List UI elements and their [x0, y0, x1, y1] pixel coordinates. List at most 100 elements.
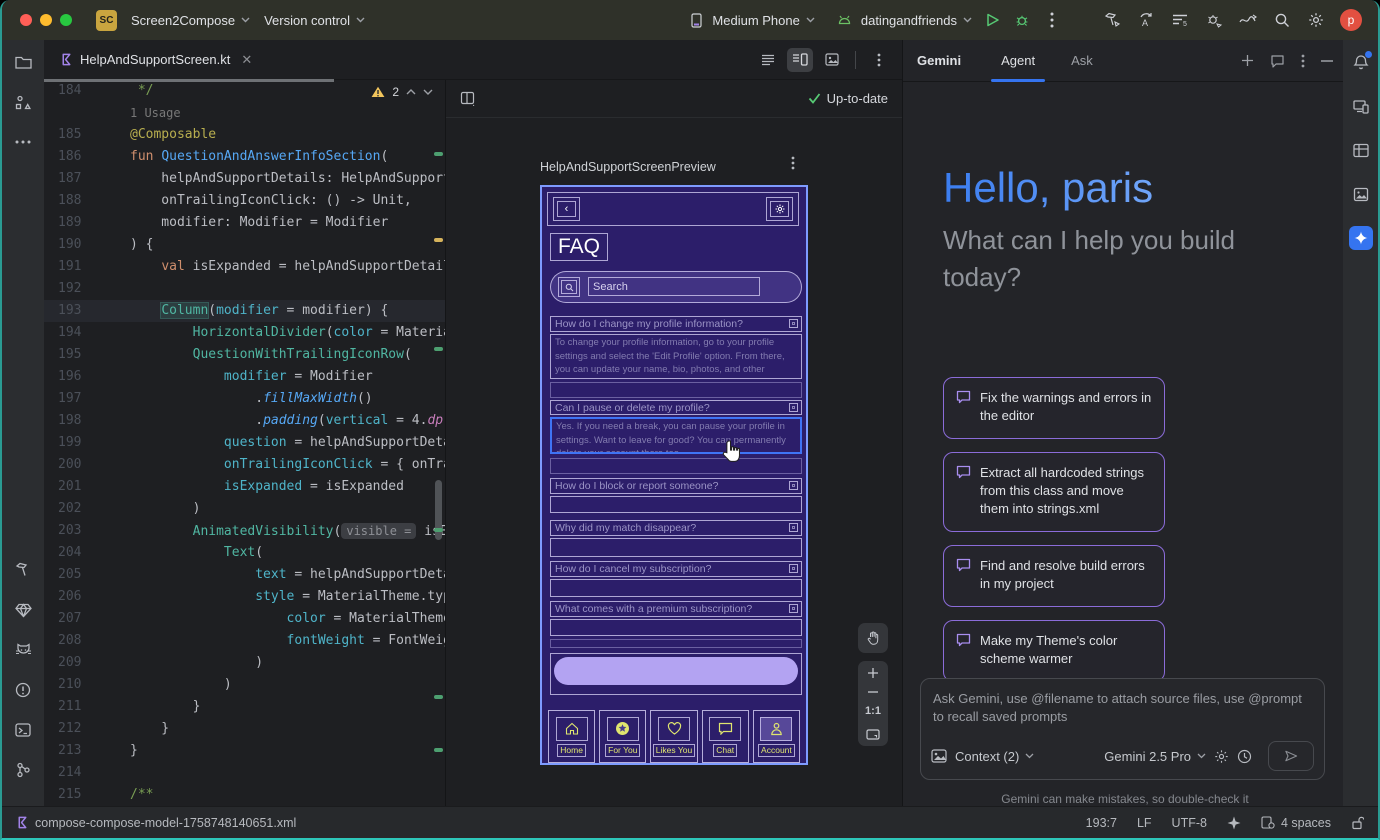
editor-tab[interactable]: HelpAndSupportScreen.kt ✕ [44, 40, 264, 79]
code-line[interactable]: 203 AnimatedVisibility(visible = isExpan [44, 520, 445, 542]
readonly-lock-icon[interactable] [1351, 816, 1364, 830]
close-tab-icon[interactable]: ✕ [241, 52, 252, 68]
code-line[interactable]: 188 onTrailingIconClick: () -> Unit, [44, 190, 445, 212]
zoom-in-button[interactable] [867, 667, 879, 679]
build-hammer-icon[interactable] [11, 558, 35, 582]
zoom-window-button[interactable] [60, 14, 72, 26]
gemini-spark-icon[interactable] [1349, 226, 1373, 250]
code-line[interactable]: 189 modifier: Modifier = Modifier [44, 212, 445, 234]
project-folder-icon[interactable] [11, 50, 35, 74]
gemini-suggestion-card[interactable]: Make my Theme's color scheme warmer [943, 620, 1165, 682]
code-line[interactable]: 186fun QuestionAndAnswerInfoSection( [44, 146, 445, 168]
faq-answer[interactable] [550, 538, 802, 557]
device-explorer-icon[interactable] [1349, 182, 1373, 206]
gemini-tab-ask[interactable]: Ask [1067, 40, 1097, 82]
version-control-menu[interactable]: Version control [264, 13, 365, 28]
code-line[interactable]: 191 val isExpanded = helpAndSupportDetai… [44, 256, 445, 278]
build-hammer-icon[interactable] [1102, 10, 1122, 30]
faq-answer[interactable] [550, 579, 802, 597]
send-button[interactable] [1268, 741, 1314, 771]
code-with-me-icon[interactable] [1238, 10, 1258, 30]
code-line[interactable]: 196 modifier = Modifier [44, 366, 445, 388]
close-window-button[interactable] [20, 14, 32, 26]
code-line[interactable]: 206 style = MaterialTheme.typo [44, 586, 445, 608]
expand-toggle-icon[interactable] [789, 403, 798, 412]
faq-question[interactable]: How do I cancel my subscription? [550, 561, 802, 577]
caret-position[interactable]: 193:7 [1086, 816, 1117, 830]
code-line[interactable]: 209 ) [44, 652, 445, 674]
gemini-suggestion-card[interactable]: Fix the warnings and errors in the edito… [943, 377, 1165, 439]
faq-question[interactable]: How do I change my profile information? [550, 316, 802, 332]
preview-nav-home[interactable]: Home [548, 710, 595, 763]
expand-toggle-icon[interactable] [789, 564, 798, 573]
faq-answer[interactable] [550, 496, 802, 513]
preview-canvas[interactable]: HelpAndSupportScreenPreview ‹ FAQ Search… [446, 118, 903, 808]
project-menu[interactable]: Screen2Compose [131, 13, 250, 28]
code-line[interactable]: 190) { [44, 234, 445, 256]
faq-answer[interactable] [550, 619, 802, 636]
faq-answer-highlighted[interactable]: Yes. If you need a break, you can pause … [550, 417, 802, 454]
code-line[interactable]: 194 HorizontalDivider(color = MaterialT [44, 322, 445, 344]
more-options-kebab-icon[interactable] [1042, 10, 1062, 30]
prev-warning-icon[interactable] [406, 89, 416, 95]
pan-hand-button[interactable] [858, 623, 888, 653]
code-line[interactable]: 208 fontWeight = FontWeigh [44, 630, 445, 652]
code-line[interactable]: 197 .fillMaxWidth() [44, 388, 445, 410]
debug-button[interactable] [1012, 10, 1032, 30]
inspection-widget[interactable]: 2 [371, 85, 433, 99]
zoom-out-button[interactable] [867, 691, 879, 693]
more-tool-windows-icon[interactable] [11, 130, 35, 154]
preview-phone-frame[interactable]: ‹ FAQ Search How do I change my profile … [540, 185, 808, 765]
preview-nav-for-you[interactable]: For You [599, 710, 646, 763]
expand-toggle-icon[interactable] [789, 319, 798, 328]
preview-back-button[interactable]: ‹ [553, 197, 580, 221]
preview-nav-account[interactable]: Account [753, 710, 800, 763]
faq-question[interactable]: What comes with a premium subscription? [550, 601, 802, 617]
model-selector[interactable]: Gemini 2.5 Pro [1104, 749, 1206, 764]
preview-layout-icon[interactable] [460, 91, 476, 107]
editor-options-kebab-icon[interactable] [866, 48, 892, 72]
preview-options-kebab-icon[interactable] [791, 156, 795, 170]
profiler-bug-icon[interactable] [1204, 10, 1224, 30]
ai-transform-icon[interactable]: A [1136, 10, 1156, 30]
structure-icon[interactable] [11, 90, 35, 114]
hide-panel-icon[interactable] [1321, 60, 1333, 62]
gemini-sparkle-icon[interactable] [1227, 816, 1241, 830]
search-everywhere-icon[interactable] [1272, 10, 1292, 30]
code-line[interactable]: 198 .padding(vertical = 4.dp), [44, 410, 445, 432]
code-line[interactable]: 200 onTrailingIconClick = { onTrai [44, 454, 445, 476]
preview-nav-chat[interactable]: Chat [702, 710, 749, 763]
terminal-icon[interactable] [11, 718, 35, 742]
user-avatar[interactable]: p [1340, 9, 1362, 31]
version-control-branch-icon[interactable] [11, 758, 35, 782]
preview-settings-button[interactable] [766, 197, 793, 221]
code-line[interactable]: 214 [44, 762, 445, 784]
expand-toggle-icon[interactable] [789, 481, 798, 490]
zoom-fit-button[interactable] [866, 729, 880, 740]
code-line[interactable]: 201 isExpanded = isExpanded [44, 476, 445, 498]
expand-toggle-icon[interactable] [789, 523, 798, 532]
app-quality-insights-gem-icon[interactable] [11, 598, 35, 622]
code-line[interactable]: 210 ) [44, 674, 445, 696]
prompt-history-clock-icon[interactable] [1237, 749, 1252, 764]
code-line[interactable]: 212 } [44, 718, 445, 740]
code-line[interactable]: 213} [44, 740, 445, 762]
faq-answer[interactable]: To change your profile information, go t… [550, 334, 802, 379]
panel-options-kebab-icon[interactable] [1301, 54, 1305, 68]
line-ending[interactable]: LF [1137, 816, 1152, 830]
code-line[interactable]: 202 ) [44, 498, 445, 520]
code-view-icon[interactable] [755, 48, 781, 72]
code-line[interactable]: 1 Usage [44, 102, 445, 124]
layout-inspector-icon[interactable] [1349, 138, 1373, 162]
preview-nav-likes-you[interactable]: Likes You [650, 710, 697, 763]
code-line[interactable]: 205 text = helpAndSupportDetai [44, 564, 445, 586]
gemini-settings-gear-icon[interactable] [1214, 749, 1229, 764]
settings-gear-icon[interactable] [1306, 10, 1326, 30]
attach-image-icon[interactable] [931, 749, 947, 763]
gemini-suggestion-card[interactable]: Extract all hardcoded strings from this … [943, 452, 1165, 532]
zoom-actual-button[interactable]: 1:1 [865, 705, 881, 717]
running-devices-icon[interactable] [1349, 94, 1373, 118]
code-line[interactable]: 193 Column(modifier = modifier) { [44, 300, 445, 322]
gemini-tab-agent[interactable]: Agent [997, 40, 1039, 82]
gemini-suggestion-card[interactable]: Find and resolve build errors in my proj… [943, 545, 1165, 607]
